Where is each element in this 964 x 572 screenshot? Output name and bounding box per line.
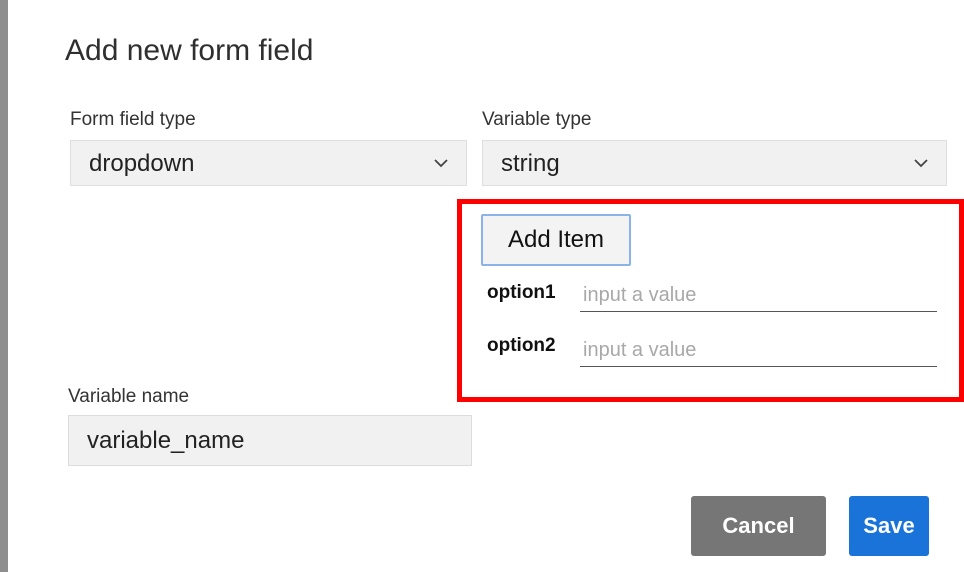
form-field-type-value: dropdown <box>89 150 195 177</box>
chevron-down-icon <box>434 159 448 168</box>
option1-input[interactable] <box>580 280 937 312</box>
option2-label: option2 <box>487 335 556 356</box>
form-field-dialog: Add new form field Form field type dropd… <box>0 0 964 572</box>
variable-type-label: Variable type <box>482 109 592 130</box>
option1-label: option1 <box>487 282 556 303</box>
variable-name-input[interactable] <box>68 415 472 466</box>
form-field-type-select[interactable]: dropdown <box>70 140 467 186</box>
variable-type-select[interactable]: string <box>482 140 947 186</box>
save-button[interactable]: Save <box>849 496 929 556</box>
option2-input[interactable] <box>580 335 937 367</box>
variable-name-label: Variable name <box>68 386 190 407</box>
add-item-button[interactable]: Add Item <box>481 214 631 266</box>
dialog-left-border <box>0 0 8 572</box>
cancel-button[interactable]: Cancel <box>691 496 826 556</box>
form-field-type-label: Form field type <box>70 109 196 130</box>
chevron-down-icon <box>914 159 928 168</box>
dialog-title: Add new form field <box>65 34 314 67</box>
variable-type-value: string <box>501 150 560 177</box>
